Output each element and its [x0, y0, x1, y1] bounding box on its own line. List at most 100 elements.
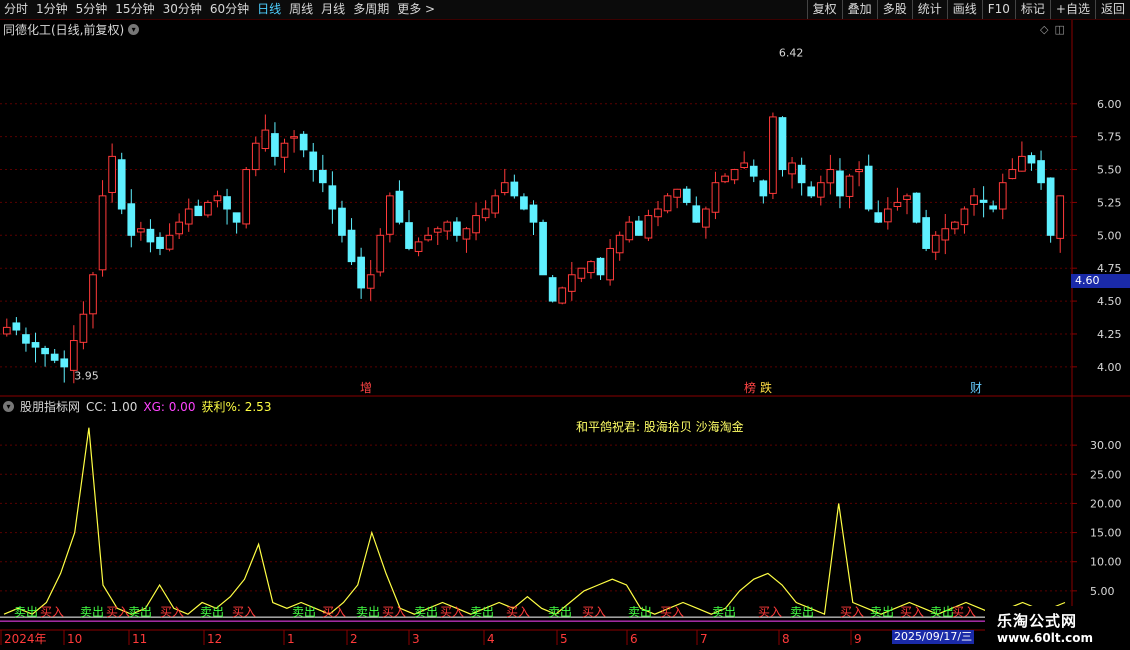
tool-button-8[interactable]: 返回 [1094, 0, 1130, 19]
candle-body [31, 342, 40, 348]
period-tab-7[interactable]: 周线 [285, 0, 317, 19]
candle-body [520, 196, 528, 210]
candle-body [998, 182, 1007, 210]
buy-signal-label: 买入 [232, 605, 256, 619]
candle-body [941, 228, 950, 241]
sell-signal-label: 卖出 [548, 605, 572, 619]
candle-body [577, 267, 586, 279]
profit-line [3, 427, 1066, 616]
candle-body [194, 205, 203, 217]
indicator-profit: 获利%: 2.53 [201, 400, 272, 414]
candle-body [491, 195, 500, 214]
tool-button-0[interactable]: 复权 [806, 0, 842, 19]
xaxis-label: 10 [67, 632, 82, 646]
candle-body [395, 190, 404, 223]
buy-signal-label: 买入 [106, 605, 130, 619]
candle-body [137, 228, 145, 233]
buy-signal-label: 买入 [160, 605, 184, 619]
candle-body [433, 228, 442, 233]
candle-body [60, 358, 69, 368]
tool-button-4[interactable]: 画线 [946, 0, 982, 19]
period-tab-0[interactable]: 分时 [0, 0, 32, 19]
sell-signal-label: 卖出 [930, 605, 954, 619]
period-tab-5[interactable]: 60分钟 [206, 0, 253, 19]
chevron-down-icon[interactable]: ▾ [3, 401, 14, 412]
candle-body [318, 169, 327, 184]
candle-body [759, 180, 768, 197]
indicator-y-tick-label: 30.00 [1090, 439, 1122, 452]
buy-signal-label: 买入 [440, 605, 464, 619]
current-price-tag: 4.60 [1071, 274, 1130, 288]
candle-body [788, 162, 796, 175]
candle-body [69, 340, 78, 371]
buy-signal-label: 买入 [322, 605, 346, 619]
period-tab-3[interactable]: 15分钟 [111, 0, 158, 19]
candle-body [500, 182, 509, 194]
period-tab-8[interactable]: 月线 [317, 0, 349, 19]
period-tab-6[interactable]: 日线 [253, 0, 285, 19]
period-tab-1[interactable]: 1分钟 [32, 0, 72, 19]
candle-body [539, 221, 547, 276]
candle-body [615, 234, 624, 254]
sell-signal-label: 卖出 [14, 605, 38, 619]
candle-body [405, 222, 413, 249]
tool-button-7[interactable]: +自选 [1049, 0, 1095, 19]
main-y-tick-label: 5.25 [1097, 196, 1122, 209]
indicator-cc: CC: 1.00 [86, 399, 138, 414]
xaxis-label: 1 [287, 632, 295, 646]
xaxis-label: 9 [854, 632, 862, 646]
main-y-tick-label: 5.50 [1097, 164, 1122, 177]
main-chart-canvas[interactable]: 6.005.755.505.255.004.754.504.254.006.42… [0, 20, 1130, 650]
tool-button-1[interactable]: 叠加 [841, 0, 877, 19]
candle-body [41, 347, 49, 355]
candle-body [251, 142, 260, 171]
candle-body [453, 221, 461, 236]
candle-body [385, 195, 394, 235]
candle-body [769, 116, 777, 194]
sell-signal-label: 卖出 [128, 605, 152, 619]
xaxis-label: 4 [487, 632, 495, 646]
candle-body [462, 228, 471, 240]
indicator-title-row: ▾ 股朋指标网 CC: 1.00 XG: 0.00 获利%: 2.53 [3, 398, 271, 415]
watermark-logo: 乐淘公式网 www.60lt.com [985, 606, 1130, 650]
period-tabs: 分时 1分钟 5分钟 15分钟 30分钟 60分钟 日线 周线 月线 多周期 更多 > [0, 0, 439, 19]
candle-body [165, 234, 174, 250]
candle-body [931, 234, 940, 253]
candle-body [50, 353, 59, 361]
xaxis-label: 2024年 [4, 632, 47, 646]
candle-body [98, 195, 107, 271]
tool-button-3[interactable]: 统计 [911, 0, 947, 19]
candle-body [1037, 160, 1045, 184]
candle-body [596, 257, 605, 276]
candle-body [242, 169, 251, 225]
candle-body [548, 277, 557, 302]
period-tab-9[interactable]: 多周期 [349, 0, 393, 19]
indicator-y-tick-label: 5.00 [1090, 585, 1115, 598]
period-toolbar: 分时 1分钟 5分钟 15分钟 30分钟 60分钟 日线 周线 月线 多周期 更多 > 复权 叠加 多股… [0, 0, 1130, 20]
event-marker: 跌 [760, 380, 772, 395]
sell-signal-label: 卖出 [80, 605, 104, 619]
period-tab-2[interactable]: 5分钟 [72, 0, 112, 19]
candle-body [845, 175, 854, 197]
candle-body [338, 207, 346, 236]
xaxis-label: 11 [132, 632, 147, 646]
candle-body [366, 274, 375, 289]
main-y-tick-label: 6.00 [1097, 98, 1122, 111]
tool-button-6[interactable]: 标记 [1014, 0, 1050, 19]
main-y-tick-label: 5.00 [1097, 229, 1122, 242]
candle-body [271, 133, 279, 157]
candle-body [2, 326, 11, 335]
candle-body [951, 221, 959, 230]
candle-body [443, 221, 452, 232]
candle-body [1046, 177, 1055, 236]
candle-body [606, 247, 614, 281]
period-tab-4[interactable]: 30分钟 [159, 0, 206, 19]
buy-signal-label: 买入 [900, 605, 924, 619]
period-tab-10[interactable]: 更多 > [393, 0, 439, 19]
tool-button-5[interactable]: F10 [981, 0, 1015, 19]
candle-body [970, 195, 978, 205]
tool-button-2[interactable]: 多股 [876, 0, 912, 19]
candle-body [893, 201, 902, 208]
candle-body [213, 195, 222, 202]
indicator-name: 股朋指标网 [20, 400, 81, 414]
